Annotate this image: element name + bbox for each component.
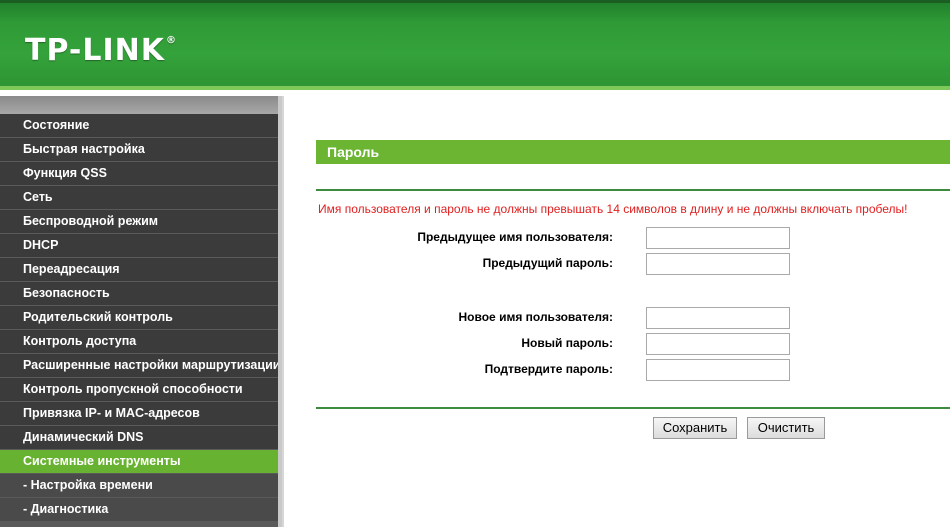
new-username-row: Новое имя пользователя: <box>284 307 950 329</box>
old-username-label: Предыдущее имя пользователя: <box>417 230 613 244</box>
sidebar-item-ip-mac-binding[interactable]: Привязка IP- и MAC-адресов <box>0 402 278 425</box>
registered-mark: ® <box>166 35 178 46</box>
sidebar-item-wireless[interactable]: Беспроводной режим <box>0 210 278 233</box>
sidebar-item-security[interactable]: Безопасность <box>0 282 278 305</box>
sidebar-top-strip <box>0 96 282 114</box>
sidebar-subitem-diagnostics[interactable]: - Диагностика <box>0 498 278 521</box>
warning-message: Имя пользователя и пароль не должны прев… <box>318 202 908 216</box>
page-title: Пароль <box>316 140 950 164</box>
sidebar-item-bandwidth-control[interactable]: Контроль пропускной способности <box>0 378 278 401</box>
sidebar-item-parental-control[interactable]: Родительский контроль <box>0 306 278 329</box>
header-bar: TP-LINK® <box>0 0 950 90</box>
old-username-field[interactable] <box>646 227 790 249</box>
new-password-row: Новый пароль: <box>284 333 950 355</box>
confirm-password-row: Подтвердите пароль: <box>284 359 950 381</box>
sidebar-item-dynamic-dns[interactable]: Динамический DNS <box>0 426 278 449</box>
sidebar-item-access-control[interactable]: Контроль доступа <box>0 330 278 353</box>
divider-top <box>316 189 950 191</box>
confirm-password-field[interactable] <box>646 359 790 381</box>
main-content: Пароль Имя пользователя и пароль не долж… <box>284 96 950 527</box>
sidebar-item-forwarding[interactable]: Переадресация <box>0 258 278 281</box>
confirm-password-label: Подтвердите пароль: <box>484 362 613 376</box>
sidebar: Состояние Быстрая настройка Функция QSS … <box>0 96 282 527</box>
logo-text: TP-LINK <box>25 33 166 68</box>
new-username-label: Новое имя пользователя: <box>458 310 613 324</box>
sidebar-item-advanced-routing[interactable]: Расширенные настройки маршрутизации <box>0 354 278 377</box>
header-top-line <box>0 0 950 3</box>
old-username-row: Предыдущее имя пользователя: <box>284 227 950 249</box>
old-password-row: Предыдущий пароль: <box>284 253 950 275</box>
new-username-field[interactable] <box>646 307 790 329</box>
sidebar-item-status[interactable]: Состояние <box>0 114 278 137</box>
save-button[interactable]: Сохранить <box>653 417 737 439</box>
sidebar-item-qss[interactable]: Функция QSS <box>0 162 278 185</box>
sidebar-item-dhcp[interactable]: DHCP <box>0 234 278 257</box>
sidebar-menu: Состояние Быстрая настройка Функция QSS … <box>0 114 278 522</box>
new-password-field[interactable] <box>646 333 790 355</box>
sidebar-item-network[interactable]: Сеть <box>0 186 278 209</box>
sidebar-subitem-time-settings[interactable]: - Настройка времени <box>0 474 278 497</box>
tp-link-logo: TP-LINK® <box>25 33 177 68</box>
old-password-field[interactable] <box>646 253 790 275</box>
divider-bottom <box>316 407 950 409</box>
sidebar-item-system-tools[interactable]: Системные инструменты <box>0 450 278 473</box>
clear-button[interactable]: Очистить <box>747 417 825 439</box>
new-password-label: Новый пароль: <box>521 336 613 350</box>
sidebar-item-quick-setup[interactable]: Быстрая настройка <box>0 138 278 161</box>
old-password-label: Предыдущий пароль: <box>482 256 613 270</box>
